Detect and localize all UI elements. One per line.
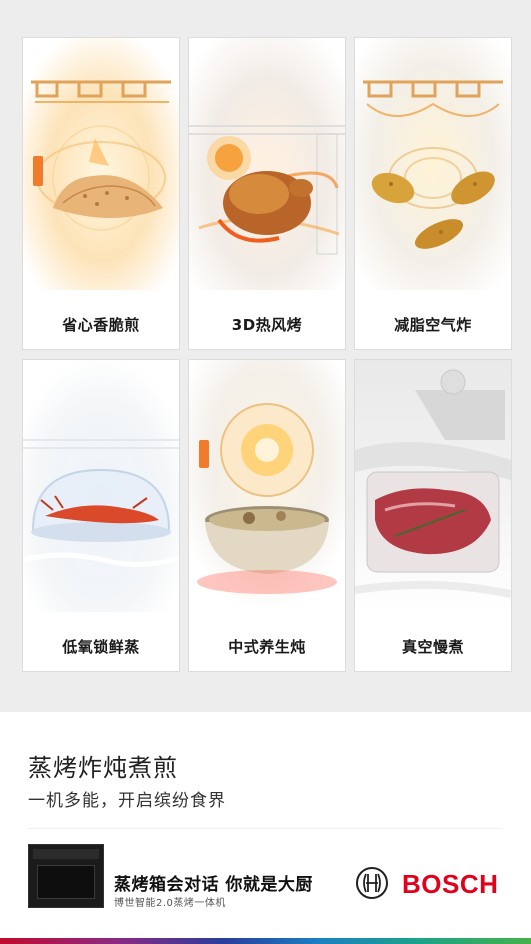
feature-card-vacuum-slow-cook[interactable]: 真空慢煮 <box>355 360 511 671</box>
roast-chicken-image <box>189 38 345 290</box>
product-slogan: 蒸烤箱会对话 你就是大厨 <box>114 875 313 895</box>
subheadline: 一机多能，开启缤纷食界 <box>28 791 226 811</box>
brand-wordmark[interactable]: BOSCH <box>402 869 498 900</box>
feature-label: 真空慢煮 <box>401 638 464 656</box>
vacuum-sealed-steak-image <box>355 360 511 612</box>
feature-label: 3D热风烤 <box>231 316 303 334</box>
feature-card-low-oxygen-steam[interactable]: 低氧锁鲜蒸 <box>23 360 179 671</box>
promo-footer: 蒸烤炸炖煮煎 一机多能，开启缤纷食界 蒸烤箱会对话 你就是大厨 博世智能2.0蒸… <box>0 712 531 944</box>
feature-label: 中式养生炖 <box>228 638 306 656</box>
feature-label: 省心香脆煎 <box>62 316 140 334</box>
feature-card-air-fry[interactable]: 减脂空气炸 <box>355 38 511 349</box>
stew-pot-image <box>189 360 345 612</box>
oven-control-panel <box>33 849 99 859</box>
oven-window <box>37 865 95 899</box>
oven-product-image[interactable] <box>28 844 104 908</box>
brand-color-stripe <box>0 938 531 944</box>
steamed-lobster-image <box>23 360 179 612</box>
flatbread-pan-fry-image <box>23 38 179 290</box>
feature-label: 减脂空气炸 <box>394 316 472 334</box>
feature-card-3d-hot-air[interactable]: 3D热风烤 <box>189 38 345 349</box>
divider <box>28 828 503 829</box>
feature-label: 低氧锁鲜蒸 <box>62 638 140 656</box>
fried-chicken-wings-image <box>355 38 511 290</box>
product-name: 博世智能2.0蒸烤一体机 <box>114 898 226 909</box>
feature-card-pan-fry[interactable]: 省心香脆煎 <box>23 38 179 349</box>
feature-card-chinese-stew[interactable]: 中式养生炖 <box>189 360 345 671</box>
bosch-logo-icon[interactable] <box>355 866 389 900</box>
feature-grid: 省心香脆煎 3D热风烤 减脂空气炸 低氧锁鲜蒸 中式养生炖 真空慢煮 <box>0 0 531 712</box>
headline: 蒸烤炸炖煮煎 <box>28 754 178 782</box>
